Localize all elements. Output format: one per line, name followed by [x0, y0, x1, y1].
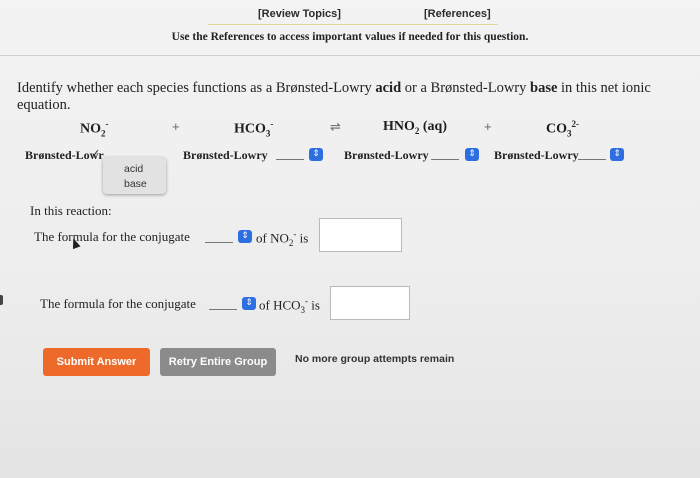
review-topics-link[interactable]: [Review Topics]	[258, 8, 341, 20]
line2-sub: 3	[300, 304, 306, 315]
updown-chevron-icon[interactable]: ⇕	[242, 297, 256, 310]
species-co3: CO32-	[546, 119, 579, 138]
species-co3-base: CO	[546, 121, 567, 137]
conjugate-answer-input-2[interactable]	[330, 286, 410, 320]
species-hco3-base: HCO	[234, 121, 266, 137]
retry-entire-group-button[interactable]: Retry Entire Group	[160, 348, 276, 376]
select-hco3-blank[interactable]	[276, 159, 304, 160]
plus-sign-1: +	[172, 119, 180, 134]
updown-chevron-icon[interactable]: ⇕	[309, 148, 323, 161]
equilibrium-arrow: ⇌	[330, 119, 341, 134]
conjugate-type-select-2[interactable]	[209, 309, 237, 310]
species-no2-base: NO	[80, 121, 101, 137]
references-notice: Use the References to access important v…	[171, 31, 529, 43]
line2-of: of HCO	[259, 297, 301, 313]
acid-base-dropdown[interactable]: acid base	[103, 157, 166, 194]
updown-chevron-icon[interactable]: ⇕	[238, 230, 252, 243]
attempts-remaining-text: No more group attempts remain	[295, 353, 455, 365]
question-page: [Review Topics] [References] Use the Ref…	[0, 0, 700, 478]
question-acid-word: acid	[375, 80, 402, 96]
reaction-heading: In this reaction:	[30, 203, 112, 218]
conjugate-type-select-1[interactable]	[205, 242, 233, 243]
species-hno2-base: HNO	[383, 119, 415, 134]
species-co3-sup: 2-	[571, 119, 580, 129]
line1-of: of NO	[256, 230, 289, 246]
question-text: Identify whether each species functions …	[17, 80, 700, 114]
question-base-word: base	[530, 80, 558, 96]
checkmark-icon: ✓	[91, 147, 101, 160]
line2-is: is	[308, 297, 320, 313]
species-hno2: HNO2 (aq)	[383, 119, 447, 136]
species-no2: NO2-	[80, 119, 109, 138]
species-hco3: HCO3-	[234, 119, 273, 138]
select-co3-blank[interactable]	[578, 159, 606, 160]
label-hno2: Brønsted-Lowry	[344, 148, 429, 162]
label-co3: Brønsted-Lowry	[494, 148, 579, 162]
conjugate-line-1-target: of NO2- is	[256, 229, 308, 248]
conjugate-line-2-prefix: The formula for the conjugate	[40, 296, 196, 311]
submit-answer-button[interactable]: Submit Answer	[43, 348, 150, 376]
species-co3-sub: 3	[567, 128, 572, 139]
plus-sign-2: +	[484, 119, 492, 134]
line1-is: is	[296, 230, 309, 246]
section-divider	[0, 55, 700, 56]
scroll-edge-indicator	[0, 295, 3, 305]
header-divider	[208, 24, 498, 25]
label-hco3: Brønsted-Lowry	[183, 148, 268, 162]
species-no2-sub: 2	[101, 128, 106, 139]
dropdown-option-acid[interactable]: acid	[124, 163, 143, 175]
updown-chevron-icon[interactable]: ⇕	[465, 148, 479, 161]
updown-chevron-icon[interactable]: ⇕	[610, 148, 624, 161]
species-no2-sup: -	[105, 119, 109, 129]
conjugate-line-1-prefix: The formula for the conjugate	[34, 229, 190, 244]
line1-sub: 2	[288, 237, 294, 248]
species-hco3-sup: -	[270, 119, 274, 129]
dropdown-option-base[interactable]: base	[124, 178, 147, 190]
conjugate-answer-input-1[interactable]	[319, 218, 402, 252]
species-hno2-state: (aq)	[419, 119, 448, 134]
question-prefix: Identify whether each species functions …	[17, 80, 376, 96]
conjugate-line-2-target: of HCO3- is	[259, 296, 320, 315]
select-hno2-blank[interactable]	[431, 159, 459, 160]
references-link[interactable]: [References]	[424, 8, 491, 20]
species-hco3-sub: 3	[265, 128, 271, 139]
question-middle: or a Brønsted-Lowry	[401, 80, 530, 96]
